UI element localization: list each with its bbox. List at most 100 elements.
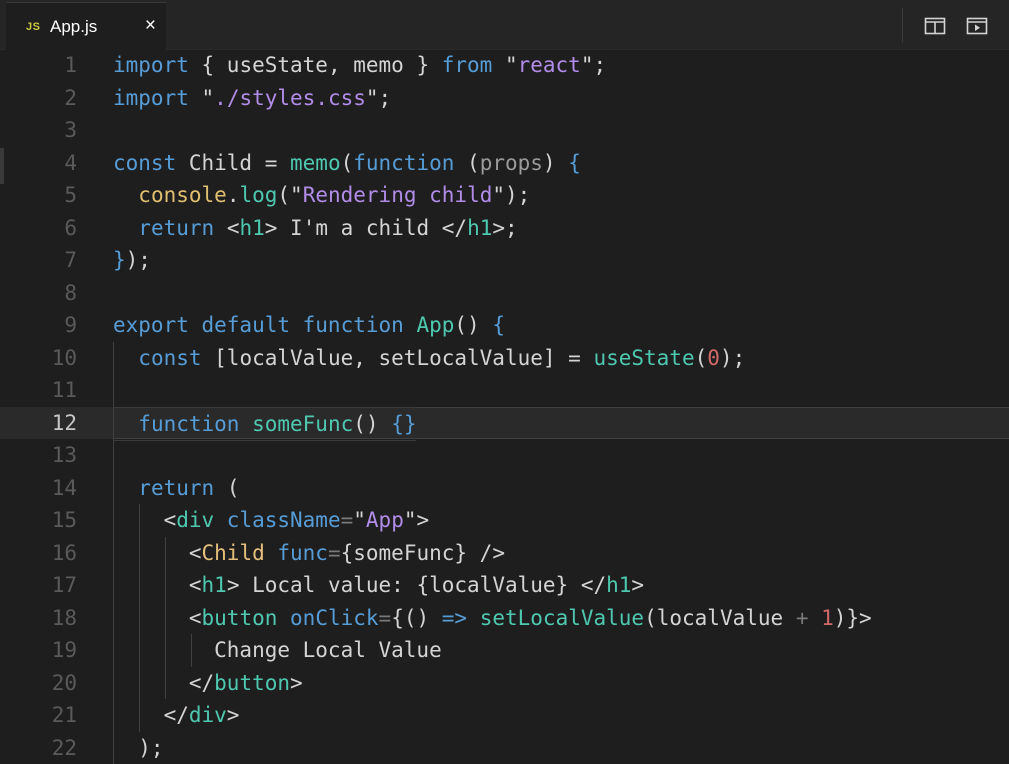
- code-line[interactable]: 8: [0, 277, 1009, 310]
- code-line[interactable]: 10 const [localValue, setLocalValue] = u…: [0, 342, 1009, 375]
- code-line[interactable]: 15 <div className="App">: [0, 504, 1009, 537]
- code-token: > Local value: {localValue} </: [227, 573, 606, 597]
- code-token: ): [543, 151, 568, 175]
- code-token: (: [467, 151, 480, 175]
- code-text: );: [113, 732, 164, 764]
- code-line[interactable]: 14 return (: [0, 472, 1009, 505]
- editor-tab-bar: JS App.js ×: [0, 0, 1009, 50]
- tab-label: App.js: [50, 17, 97, 37]
- line-number: 2: [0, 82, 77, 115]
- code-token: <: [113, 508, 176, 532]
- code-token: <: [113, 541, 202, 565]
- code-token: );: [126, 248, 151, 272]
- code-line[interactable]: 13: [0, 439, 1009, 472]
- code-token: return: [138, 216, 227, 240]
- code-token: from: [442, 53, 505, 77]
- code-line[interactable]: 22 );: [0, 732, 1009, 764]
- code-token: =: [341, 508, 354, 532]
- code-token: (: [695, 346, 708, 370]
- line-number: 7: [0, 244, 77, 277]
- code-editor[interactable]: 1 import { useState, memo } from "react";…: [0, 49, 1009, 763]
- code-token: [localValue, setLocalValue] =: [214, 346, 593, 370]
- code-token: (): [454, 313, 492, 337]
- code-line[interactable]: 6 return <h1> I'm a child </h1>;: [0, 212, 1009, 245]
- open-preview-icon[interactable]: [966, 16, 988, 36]
- code-token: {someFunc} />: [341, 541, 505, 565]
- code-line[interactable]: 11: [0, 374, 1009, 407]
- code-token: react: [518, 53, 581, 77]
- code-token: (): [353, 412, 391, 436]
- code-token: {: [568, 151, 581, 175]
- code-text: <Child func={someFunc} />: [113, 537, 505, 570]
- code-line[interactable]: 2 import "./styles.css";: [0, 82, 1009, 115]
- line-number: 18: [0, 602, 77, 635]
- code-text: const [localValue, setLocalValue] = useS…: [113, 342, 745, 375]
- code-token: const: [113, 151, 189, 175]
- code-token: console: [138, 183, 227, 207]
- code-line[interactable]: 18 <button onClick={() => setLocalValue(…: [0, 602, 1009, 635]
- code-token: className: [227, 508, 341, 532]
- code-token: Child: [202, 541, 278, 565]
- code-text: function someFunc() {}: [113, 407, 416, 442]
- line-number: 21: [0, 699, 77, 732]
- code-line[interactable]: 9export default function App() {: [0, 309, 1009, 342]
- code-token: > I'm a child </: [265, 216, 467, 240]
- code-line[interactable]: 4const Child = memo(function (props) {: [0, 147, 1009, 180]
- code-token: import: [113, 86, 202, 110]
- code-token: [113, 476, 138, 500]
- code-token: ": [353, 508, 366, 532]
- code-token: .: [227, 183, 240, 207]
- code-line[interactable]: 19 Change Local Value: [0, 634, 1009, 667]
- code-line[interactable]: 21 </div>: [0, 699, 1009, 732]
- line-number: 13: [0, 439, 77, 472]
- code-line[interactable]: 12 function someFunc() {}: [0, 407, 1009, 440]
- code-token: h1: [202, 573, 227, 597]
- line-number: 22: [0, 732, 77, 764]
- close-icon[interactable]: ×: [145, 15, 156, 37]
- code-token: )}>: [834, 606, 872, 630]
- code-token: >: [227, 703, 240, 727]
- code-token: h1: [606, 573, 631, 597]
- split-editor-icon[interactable]: [924, 16, 946, 36]
- line-number: 8: [0, 277, 77, 310]
- code-token: [113, 346, 138, 370]
- code-token: return: [138, 476, 227, 500]
- code-token: {}: [391, 412, 416, 436]
- line-number: 5: [0, 179, 77, 212]
- code-token: func: [277, 541, 328, 565]
- code-text: import { useState, memo } from "react";: [113, 49, 606, 82]
- code-token: );: [720, 346, 745, 370]
- tab-app-js[interactable]: JS App.js ×: [6, 2, 166, 50]
- code-token: ">: [404, 508, 429, 532]
- code-token: (localValue: [644, 606, 796, 630]
- code-text: <div className="App">: [113, 504, 429, 537]
- code-line[interactable]: 5 console.log("Rendering child");: [0, 179, 1009, 212]
- code-token: 1: [821, 606, 834, 630]
- code-token: (": [277, 183, 302, 207]
- code-token: App: [366, 508, 404, 532]
- line-number: 20: [0, 667, 77, 700]
- code-text: return (: [113, 472, 239, 505]
- code-token: [113, 412, 138, 436]
- code-token: </: [113, 703, 189, 727]
- code-token: }: [113, 248, 126, 272]
- code-token: );: [113, 736, 164, 760]
- code-line[interactable]: 17 <h1> Local value: {localValue} </h1>: [0, 569, 1009, 602]
- code-line[interactable]: 20 </button>: [0, 667, 1009, 700]
- code-line[interactable]: 7});: [0, 244, 1009, 277]
- code-token: props: [480, 151, 543, 175]
- code-line[interactable]: 1 import { useState, memo } from "react";: [0, 49, 1009, 82]
- line-number: 1: [0, 49, 77, 82]
- code-token: (: [341, 151, 354, 175]
- code-token: [113, 183, 138, 207]
- code-token: ./styles.css: [214, 86, 366, 110]
- code-token: </: [113, 671, 214, 695]
- line-number: 10: [0, 342, 77, 375]
- javascript-file-icon: JS: [26, 21, 50, 33]
- code-token: export default function: [113, 313, 416, 337]
- code-line[interactable]: 3: [0, 114, 1009, 147]
- code-line[interactable]: 16 <Child func={someFunc} />: [0, 537, 1009, 570]
- code-text: </div>: [113, 699, 239, 732]
- code-token: ";: [581, 53, 606, 77]
- code-text: import "./styles.css";: [113, 82, 391, 115]
